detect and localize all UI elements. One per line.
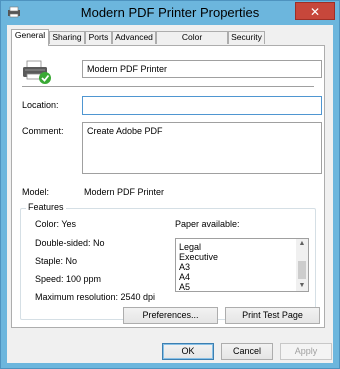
preferences-button[interactable]: Preferences... <box>123 307 218 324</box>
feature-staple: Staple: No <box>35 256 78 266</box>
list-item[interactable]: A4 <box>179 272 190 282</box>
tab-advanced[interactable]: Advanced <box>112 31 156 44</box>
tab-sharing[interactable]: Sharing <box>49 31 85 44</box>
dialog-client-area: General Sharing Ports Advanced Color Man… <box>7 25 333 363</box>
title-bar[interactable]: Modern PDF Printer Properties ✕ <box>1 1 339 24</box>
apply-button[interactable]: Apply <box>280 343 332 360</box>
comment-label: Comment: <box>22 126 64 136</box>
tab-color-management[interactable]: Color Management <box>156 31 228 53</box>
window-title: Modern PDF Printer Properties <box>80 5 260 20</box>
comment-field[interactable]: Create Adobe PDF <box>82 122 322 174</box>
list-item[interactable]: A3 <box>179 262 190 272</box>
list-item[interactable]: Executive <box>179 252 218 262</box>
feature-max-resolution: Maximum resolution: 2540 dpi <box>35 292 156 302</box>
list-item[interactable]: Legal <box>179 242 201 252</box>
general-tab-panel: Modern PDF Printer Location: Comment: Cr… <box>11 45 325 328</box>
scroll-thumb[interactable] <box>298 261 306 279</box>
feature-color: Color: Yes <box>35 219 77 229</box>
paper-list-scrollbar[interactable]: ▲ ▼ <box>296 239 308 291</box>
model-label: Model: <box>22 187 50 197</box>
scroll-up-icon[interactable]: ▲ <box>298 240 306 248</box>
paper-listbox[interactable]: Legal Executive A3 A4 A5 ▲ ▼ <box>175 238 309 292</box>
printer-name-field[interactable]: Modern PDF Printer <box>82 60 322 78</box>
tab-ports[interactable]: Ports <box>85 31 112 44</box>
ok-button[interactable]: OK <box>162 343 214 360</box>
printer-ready-icon <box>22 59 52 85</box>
features-groupbox: Features Color: Yes Double-sided: No Sta… <box>20 202 316 320</box>
model-value: Modern PDF Printer <box>84 187 165 197</box>
properties-window: Modern PDF Printer Properties ✕ General … <box>0 0 340 369</box>
location-field[interactable] <box>82 96 322 115</box>
close-button[interactable]: ✕ <box>295 2 335 20</box>
tab-general[interactable]: General <box>11 29 49 46</box>
features-title: Features <box>26 202 66 212</box>
paper-available-label: Paper available: <box>175 219 240 229</box>
cancel-button[interactable]: Cancel <box>221 343 273 360</box>
separator <box>22 86 314 87</box>
list-item[interactable]: A5 <box>179 282 190 291</box>
tab-security[interactable]: Security <box>228 31 265 44</box>
scroll-down-icon[interactable]: ▼ <box>298 282 306 290</box>
print-test-page-button[interactable]: Print Test Page <box>225 307 320 324</box>
location-label: Location: <box>22 100 59 110</box>
feature-speed: Speed: 100 ppm <box>35 274 102 284</box>
feature-double-sided: Double-sided: No <box>35 238 105 248</box>
